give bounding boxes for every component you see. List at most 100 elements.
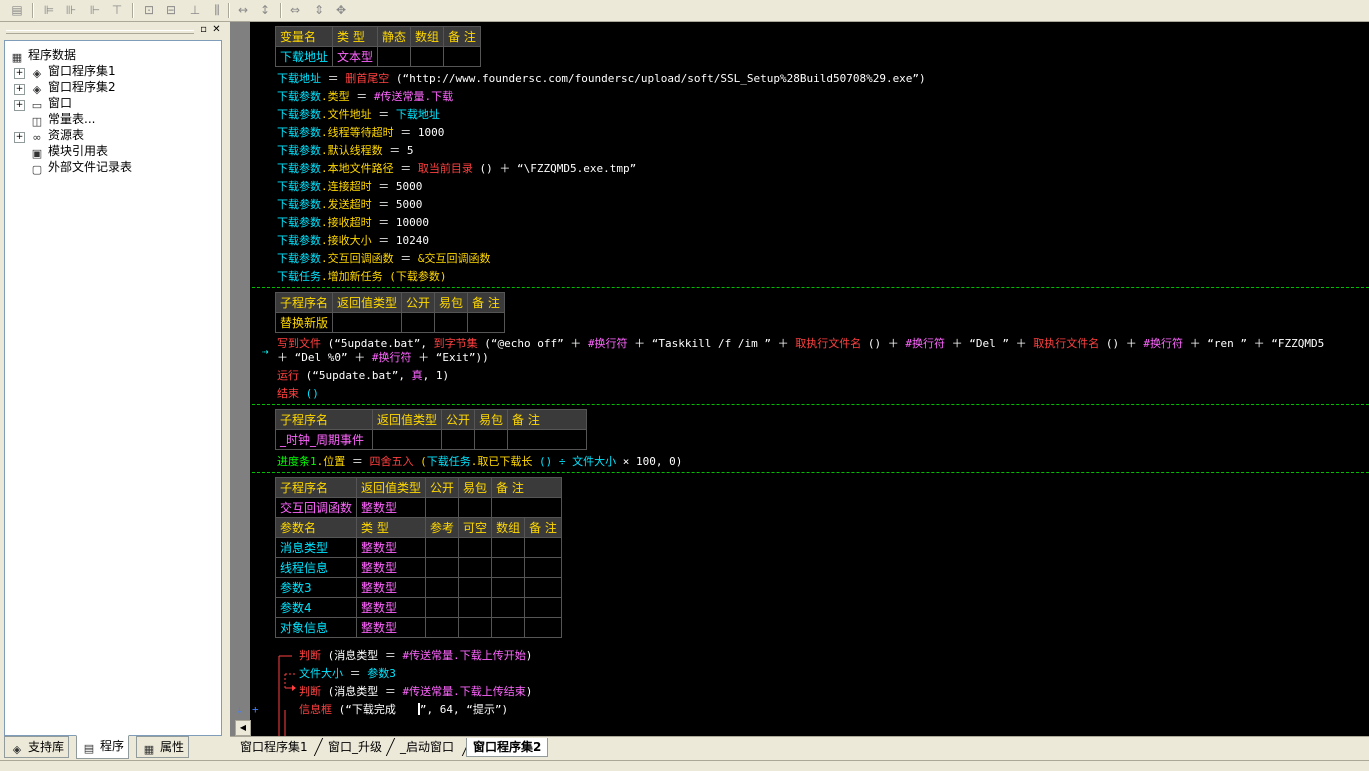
code-line[interactable]: 下载参数.接收大小 ＝ 10240 [277,233,429,249]
table-cell[interactable] [410,46,445,67]
table-cell[interactable] [507,429,588,450]
code-line[interactable]: 运行 (“5update.bat”, 真, 1) [277,368,449,384]
tree-item-label: 外部文件记录表 [48,160,133,174]
center-both-icon[interactable]: ✥ [332,2,350,18]
table-cell[interactable] [443,46,481,67]
code-line[interactable]: 下载参数.发送超时 ＝ 5000 [277,197,422,213]
align-center-icon[interactable]: ⊪ [62,2,80,18]
tab-module2[interactable]: 窗口程序集2 [466,738,549,757]
align-right-icon[interactable]: ⊩ [86,2,104,18]
code-line[interactable]: 信息框 (“下载完成 ”, 64, “提示”) [299,702,508,718]
tree-item-module1[interactable]: ◈ 窗口程序集1 [29,63,116,80]
tree-item-module2[interactable]: ◈ 窗口程序集2 [29,79,116,96]
table-cell[interactable]: _时钟_周期事件 [275,429,373,450]
same-height-icon[interactable]: ⫼ [208,2,226,18]
table-cell[interactable]: 参数4 [274,597,358,618]
code-token: (“5update.bat”, [321,337,434,350]
align-bottom-icon[interactable]: ⊟ [162,2,180,18]
code-line[interactable]: 下载参数.线程等待超时 ＝ 1000 [277,125,444,141]
table-cell[interactable]: 整数型 [356,497,427,518]
callback-table: 子程序名 返回值类型 公开 易包 备 注 交互回调函数 整数型 参数名 类 型 … [274,477,562,638]
tree-item-label: 资源表 [48,128,85,142]
tree-item-resources[interactable]: ∞ 资源表 [29,127,85,144]
table-cell[interactable] [401,312,436,333]
table-cell[interactable]: 替换新版 [274,312,334,333]
align-top-icon[interactable]: ⊤ [108,2,126,18]
code-line[interactable]: 进度条1.位置 ＝ 四舍五入 (下载任务.取已下载长 () ÷ 文件大小 × 1… [277,454,682,470]
code-line[interactable]: 下载参数.文件地址 ＝ 下载地址 [277,107,440,123]
code-token: .增加新任务 [321,270,383,283]
add-line-icon[interactable]: + [252,702,259,718]
table-cell[interactable]: 线程信息 [274,557,358,578]
equal-h-space-icon[interactable]: ↔ [234,2,252,18]
table-cell[interactable]: 整数型 [356,617,427,638]
table-cell[interactable]: 整数型 [356,597,427,618]
table-cell[interactable]: 交互回调函数 [274,497,358,518]
pane-grip[interactable] [6,30,194,34]
code-line[interactable]: 结束 () [277,386,319,402]
table-cell[interactable]: 对象信息 [274,617,358,638]
table-header: 子程序名 [274,477,358,498]
table-cell[interactable]: 参数3 [274,577,358,598]
table-cell[interactable] [332,312,403,333]
code-line[interactable]: 下载任务.增加新任务 (下载参数) [277,269,447,285]
tab-startup-window[interactable]: _启动窗口 [394,738,460,756]
expand-toggle-icon[interactable]: + [14,84,25,95]
table-cell[interactable] [491,497,562,518]
code-line[interactable]: 下载地址 ＝ 删首尾空 (“http://www.foundersc.com/f… [277,71,926,87]
tree-item-window[interactable]: ▭ 窗口 [29,95,72,112]
expand-toggle-icon[interactable]: + [14,100,25,111]
table-cell[interactable] [434,312,469,333]
center-v-icon[interactable]: ⇕ [310,2,328,18]
table-cell[interactable] [458,497,493,518]
table-cell[interactable] [467,312,505,333]
equal-v-space-icon[interactable]: ↕ [256,2,274,18]
pane-close-icon[interactable]: ✕ [211,24,222,35]
tree-root[interactable]: ▦ 程序数据 [9,47,76,64]
table-cell[interactable] [474,429,509,450]
tab-module1[interactable]: 窗口程序集1 [234,738,314,756]
table-cell[interactable] [377,46,412,67]
code-line[interactable]: 下载参数.连接超时 ＝ 5000 [277,179,422,195]
table-cell[interactable]: 整数型 [356,557,427,578]
code-line[interactable]: 下载参数.类型 ＝ #传送常量.下载 [277,89,453,105]
center-h-icon[interactable]: ⇔ [286,2,304,18]
form-icon[interactable]: ▤ [8,2,26,18]
expand-toggle-icon[interactable]: + [14,68,25,79]
table-cell[interactable]: 消息类型 [274,537,358,558]
code-line[interactable]: 文件大小 ＝ 参数3 [299,666,396,682]
code-line[interactable]: ＋ “Del %0” ＋ #换行符 ＋ “Exit”)) [277,350,489,366]
pane-header: ▫ ✕ [4,24,222,38]
code-token: 信息框 [299,703,332,716]
tab-properties[interactable]: ▦ 属性 [136,736,190,758]
code-line[interactable]: 下载参数.接收超时 ＝ 10000 [277,215,429,231]
tab-support-library[interactable]: ◈ 支持库 [4,736,70,758]
table-cell[interactable]: 文本型 [332,46,379,67]
tab-upgrade-window[interactable]: 窗口_升级 [322,738,388,756]
code-line[interactable]: 下载参数.本地文件路径 ＝ 取当前目录 () ＋ “\FZZQMD5.exe.t… [277,161,636,177]
align-left-icon[interactable]: ⊫ [40,2,58,18]
expand-toggle-icon[interactable]: + [14,132,25,143]
same-width-icon[interactable]: ⊥ [186,2,204,18]
code-line[interactable]: 判断 (消息类型 ＝ #传送常量.下载上传结束) [299,684,532,700]
table-cell[interactable] [441,429,476,450]
table-cell[interactable] [371,429,443,450]
table-cell[interactable]: 整数型 [356,537,427,558]
table-cell[interactable]: 整数型 [356,577,427,598]
tab-program[interactable]: ▤ 程序 [76,735,130,759]
table-cell[interactable] [425,497,460,518]
code-line[interactable]: 下载参数.默认线程数 ＝ 5 [277,143,414,159]
code-token: ＝ 10240 [371,234,429,247]
pane-restore-icon[interactable]: ▫ [198,24,209,35]
table-header: 类 型 [356,517,427,538]
code-line[interactable]: 判断 (消息类型 ＝ #传送常量.下载上传开始) [299,648,532,664]
tree-item-module-refs[interactable]: ▣ 模块引用表 [29,143,108,160]
code-line[interactable]: 下载参数.交互回调函数 ＝ &交互回调函数 [277,251,491,267]
align-middle-icon[interactable]: ⊡ [140,2,158,18]
breakpoint-arrow-icon[interactable]: ⇢ [262,344,269,360]
tree-item-file-records[interactable]: ▢ 外部文件记录表 [29,159,133,176]
scroll-left-button[interactable]: ◀ [235,720,251,736]
tree-item-constants[interactable]: ◫ 常量表... [29,111,96,128]
table-cell[interactable]: 下载地址 [274,46,334,67]
code-editor[interactable]: 变量名 类 型 静态 数组 备 注 下载地址 文本型 下载地址 ＝ 删首尾空 (… [230,22,1369,736]
